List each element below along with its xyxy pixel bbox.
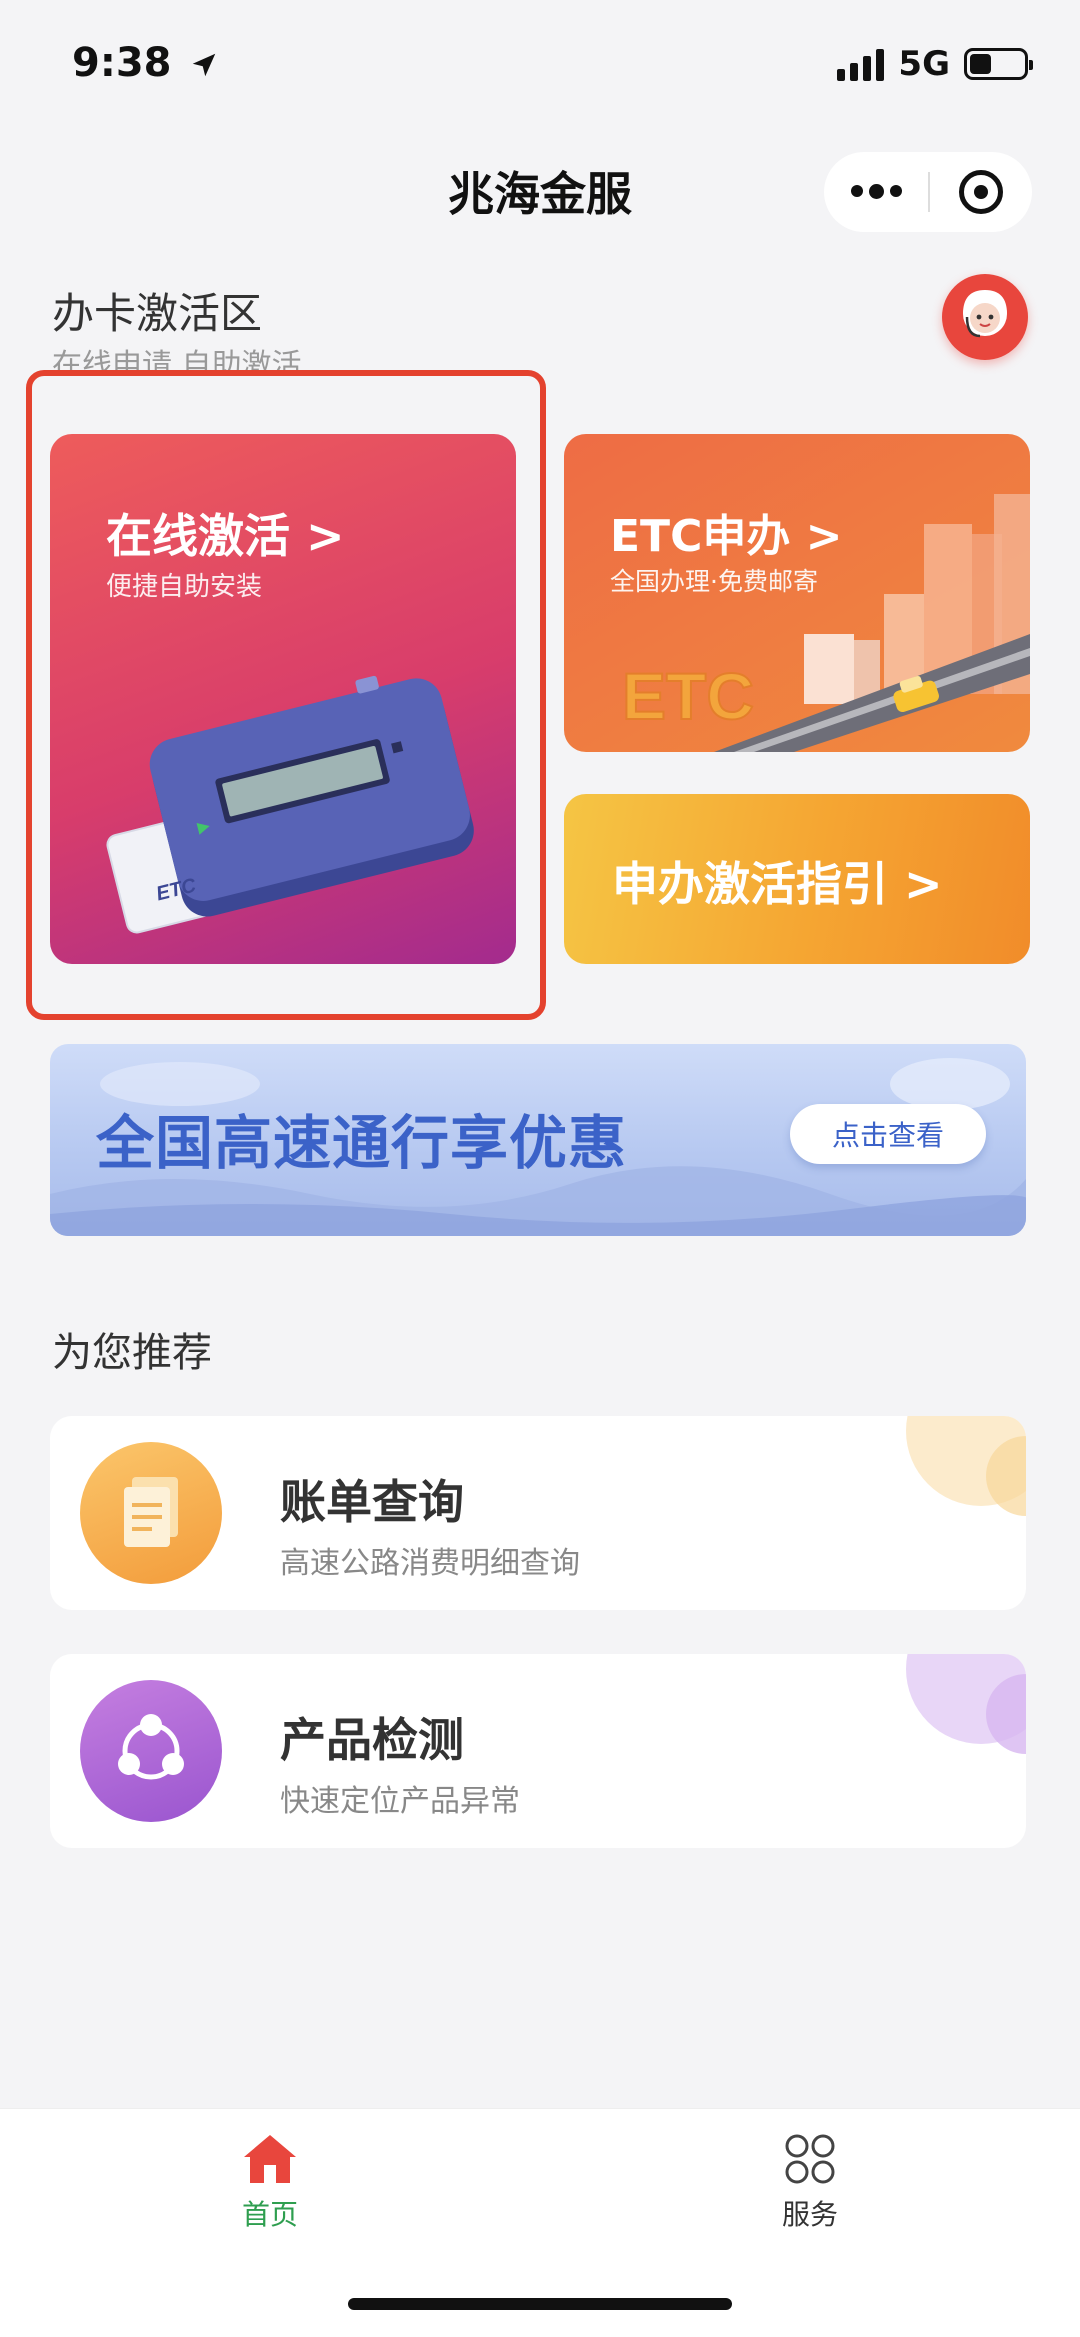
item-subtitle: 快速定位产品异常 <box>280 1784 520 1819</box>
signal-icon <box>837 47 885 81</box>
location-arrow-icon <box>193 53 216 77</box>
product-detect-item[interactable]: 产品检测 快速定位产品异常 <box>50 1654 1026 1848</box>
recommend-title: 为您推荐 <box>52 1330 212 1376</box>
etc-device-illustration: ETC <box>106 675 474 934</box>
etc-apply-card[interactable]: ETC申办 > 全国办理·免费邮寄 ETC <box>564 434 1030 752</box>
guide-card-title: 申办激活指引 > <box>612 857 943 911</box>
tab-home[interactable]: 首页 <box>170 2131 370 2233</box>
item-title: 账单查询 <box>280 1475 464 1529</box>
support-agent-icon <box>963 290 1007 338</box>
apply-activate-guide-card[interactable]: 申办激活指引 > <box>564 794 1030 964</box>
etc-sign-text: ETC <box>622 659 754 733</box>
home-indicator <box>348 2298 732 2310</box>
grid-service-icon <box>785 2134 835 2184</box>
item-subtitle: 高速公路消费明细查询 <box>280 1546 580 1581</box>
activate-card-title: 在线激活 > <box>106 509 345 563</box>
item-title: 产品检测 <box>280 1713 464 1767</box>
detect-share-icon <box>80 1680 222 1822</box>
more-dots-icon[interactable] <box>824 184 928 199</box>
tab-service[interactable]: 服务 <box>710 2131 910 2233</box>
online-activate-card[interactable]: 在线激活 > 便捷自助安装 ETC <box>50 434 516 964</box>
network-label: 5G <box>898 44 950 84</box>
banner-title: 全国高速通行享优惠 <box>96 1109 628 1177</box>
banner-view-button[interactable]: 点击查看 <box>790 1104 986 1164</box>
status-time: 9:38 <box>72 40 219 86</box>
status-indicators: 5G <box>837 44 1033 84</box>
bill-query-item[interactable]: 账单查询 高速公路消费明细查询 <box>50 1416 1026 1610</box>
activate-card-subtitle: 便捷自助安装 <box>106 572 263 602</box>
city-road-illustration: ETC <box>621 494 1030 752</box>
tab-label: 服务 <box>781 2198 838 2231</box>
tab-label: 首页 <box>241 2198 298 2231</box>
close-target-icon[interactable] <box>930 170 1032 214</box>
home-icon <box>244 2135 296 2183</box>
customer-service-avatar[interactable] <box>942 274 1028 360</box>
section-title: 办卡激活区 <box>52 289 263 338</box>
bill-document-icon <box>80 1442 222 1584</box>
section-subtitle: 在线申请 自助激活 <box>52 348 302 374</box>
battery-icon <box>964 48 1033 80</box>
miniprogram-capsule <box>824 152 1032 232</box>
highway-discount-banner[interactable]: 全国高速通行享优惠 点击查看 <box>50 1044 1026 1236</box>
